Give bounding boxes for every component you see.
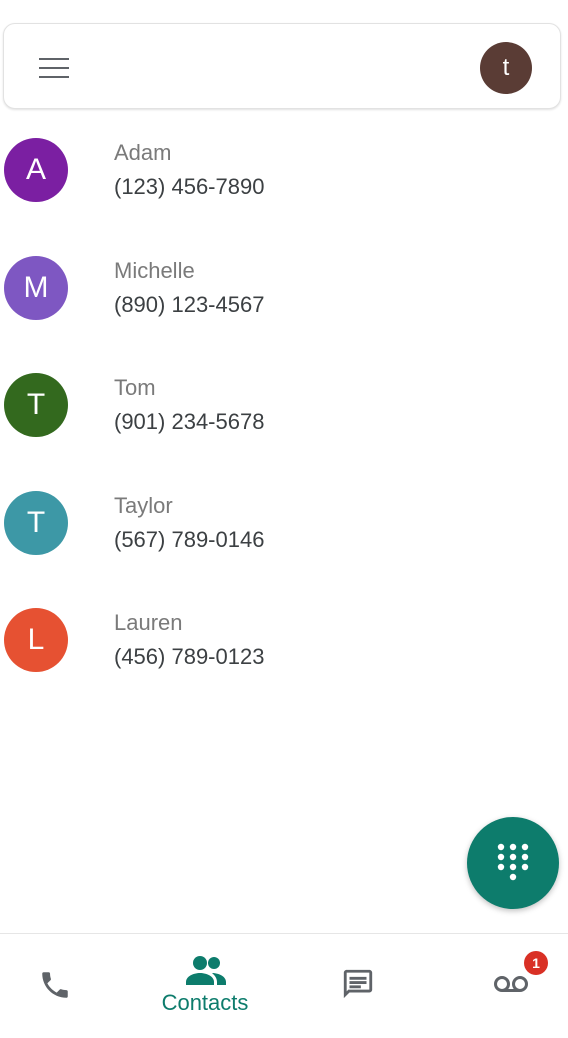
contact-name: Taylor [114, 492, 173, 518]
search-bar[interactable] [3, 23, 561, 109]
tab-voicemail[interactable] [450, 934, 568, 1038]
contact-phone: (901) 234-5678 [114, 409, 265, 434]
contact-name: Michelle [114, 257, 195, 283]
tab-contacts[interactable]: Contacts [140, 934, 270, 1038]
contact-avatar: T [4, 490, 68, 555]
voicemail-count-badge: 1 [524, 951, 548, 975]
contact-item-tom[interactable]: T Tom (901) 234-5678 [0, 363, 568, 481]
contact-avatar: L [4, 608, 68, 672]
tab-contacts-label: Contacts [161, 990, 249, 1015]
contact-name: Lauren [114, 610, 183, 635]
contact-item-taylor[interactable]: T Taylor (567) 789-0146 [0, 481, 568, 599]
menu-button[interactable] [30, 48, 76, 88]
tab-calls[interactable] [0, 934, 110, 1038]
contact-item-michelle[interactable]: M Michelle (890) 123-4567 [0, 246, 568, 364]
people-icon [186, 956, 226, 985]
account-avatar[interactable]: t [480, 42, 532, 94]
voicemail-icon [494, 976, 528, 992]
contact-name: Tom [114, 375, 156, 400]
tab-messages[interactable] [300, 934, 420, 1038]
message-icon [343, 969, 373, 999]
contact-item-adam[interactable]: A Adam (123) 456-7890 [0, 128, 568, 246]
phone-icon [42, 972, 68, 998]
contact-item-lauren[interactable]: L Lauren (456) 789-0123 [0, 598, 568, 716]
contact-avatar: T [4, 373, 68, 437]
contact-avatar: M [4, 255, 68, 320]
dialpad-button[interactable] [467, 817, 559, 909]
contact-avatar: A [4, 138, 68, 202]
dialer-app: t A Adam (123) 456-7890 M Michelle (890)… [0, 0, 568, 1038]
contact-phone: (890) 123-4567 [114, 291, 265, 317]
bottom-navigation: Contacts [0, 933, 568, 1038]
contact-phone: (123) 456-7890 [114, 174, 265, 199]
contact-list: A Adam (123) 456-7890 M Michelle (890) 1… [0, 128, 568, 716]
contact-name: Adam [114, 140, 172, 165]
contact-phone: (567) 789-0146 [114, 526, 265, 552]
contact-phone: (456) 789-0123 [114, 644, 265, 669]
dialpad-icon [497, 843, 529, 881]
